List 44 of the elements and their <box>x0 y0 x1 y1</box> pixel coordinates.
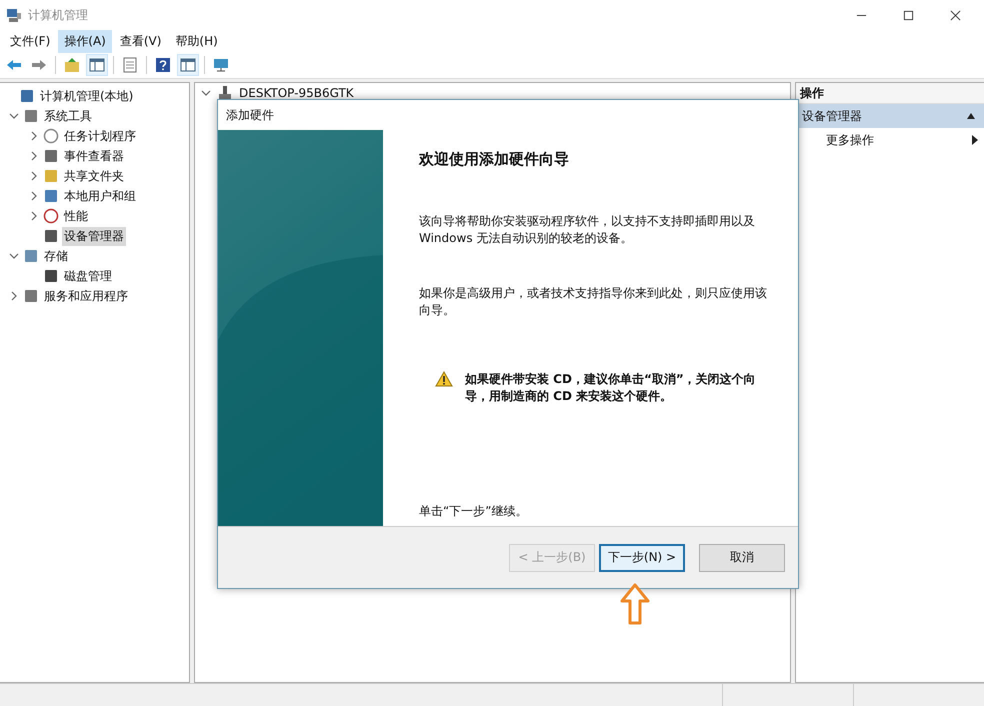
expander-icon[interactable] <box>29 171 39 181</box>
computer-node[interactable]: DESKTOP-95B6GTK <box>239 86 354 100</box>
menu-item[interactable]: 帮助(H) <box>169 30 224 52</box>
tree-item[interactable]: 本地用户和组 <box>62 186 138 206</box>
continue-hint: 单击“下一步”继续。 <box>419 503 528 520</box>
tree-item[interactable]: 任务计划程序 <box>62 126 138 146</box>
menu-item[interactable]: 文件(F) <box>4 30 56 52</box>
tree-item[interactable]: 磁盘管理 <box>62 266 114 286</box>
next-button[interactable]: 下一步(N) > <box>599 544 685 572</box>
tree-pane-icon[interactable] <box>86 54 108 76</box>
expander-icon[interactable] <box>29 131 39 141</box>
expander-icon[interactable] <box>9 111 19 121</box>
action-pane-icon[interactable] <box>177 54 199 76</box>
section-title: 设备管理器 <box>802 108 862 124</box>
submenu-arrow-icon <box>972 135 978 145</box>
tree-item[interactable]: 共享文件夹 <box>62 166 126 186</box>
expander-icon[interactable] <box>29 151 39 161</box>
window-title: 计算机管理 <box>28 6 88 24</box>
tree-item[interactable]: 事件查看器 <box>62 146 126 166</box>
computer-management-icon <box>6 7 22 23</box>
wizard-heading: 欢迎使用添加硬件向导 <box>419 150 570 169</box>
expander-icon[interactable] <box>201 88 211 98</box>
tree-item[interactable]: 服务和应用程序 <box>42 286 130 306</box>
action-item[interactable]: 更多操作 <box>826 132 874 148</box>
expander-icon[interactable] <box>29 211 39 221</box>
wizard-paragraph: 该向导将帮助你安装驱动程序软件，以支持不支持即插即用以及 Windows 无法自动识别的较老的设备。 <box>419 213 756 247</box>
menu-item[interactable]: 查看(V) <box>114 30 168 52</box>
collapse-icon[interactable] <box>966 112 976 120</box>
menu-item[interactable]: 操作(A) <box>58 30 112 52</box>
tree-item[interactable]: 计算机管理(本地) <box>38 86 136 106</box>
tree-item[interactable]: 系统工具 <box>42 106 94 126</box>
warning-text: 如果硬件带安装 CD，建议你单击“取消”，关闭这个向导，用制造商的 CD 来安装这个硬件。 <box>465 371 757 405</box>
expander-icon[interactable] <box>9 291 19 301</box>
expander-icon[interactable] <box>9 251 19 261</box>
cancel-button[interactable]: 取消 <box>699 544 785 572</box>
dialog-title: 添加硬件 <box>225 107 275 124</box>
tree-item[interactable]: 性能 <box>62 206 90 226</box>
tree-item[interactable]: 设备管理器 <box>62 226 126 246</box>
actions-header: 操作 <box>796 83 984 104</box>
expander-icon[interactable] <box>29 191 39 201</box>
wizard-paragraph: 如果你是高级用户，或者技术支持指导你来到此处，则只应使用该向导。 <box>419 285 768 319</box>
tree-item[interactable]: 存储 <box>42 246 70 266</box>
actions-section[interactable]: 设备管理器 <box>796 104 984 128</box>
warning-icon <box>435 371 453 387</box>
